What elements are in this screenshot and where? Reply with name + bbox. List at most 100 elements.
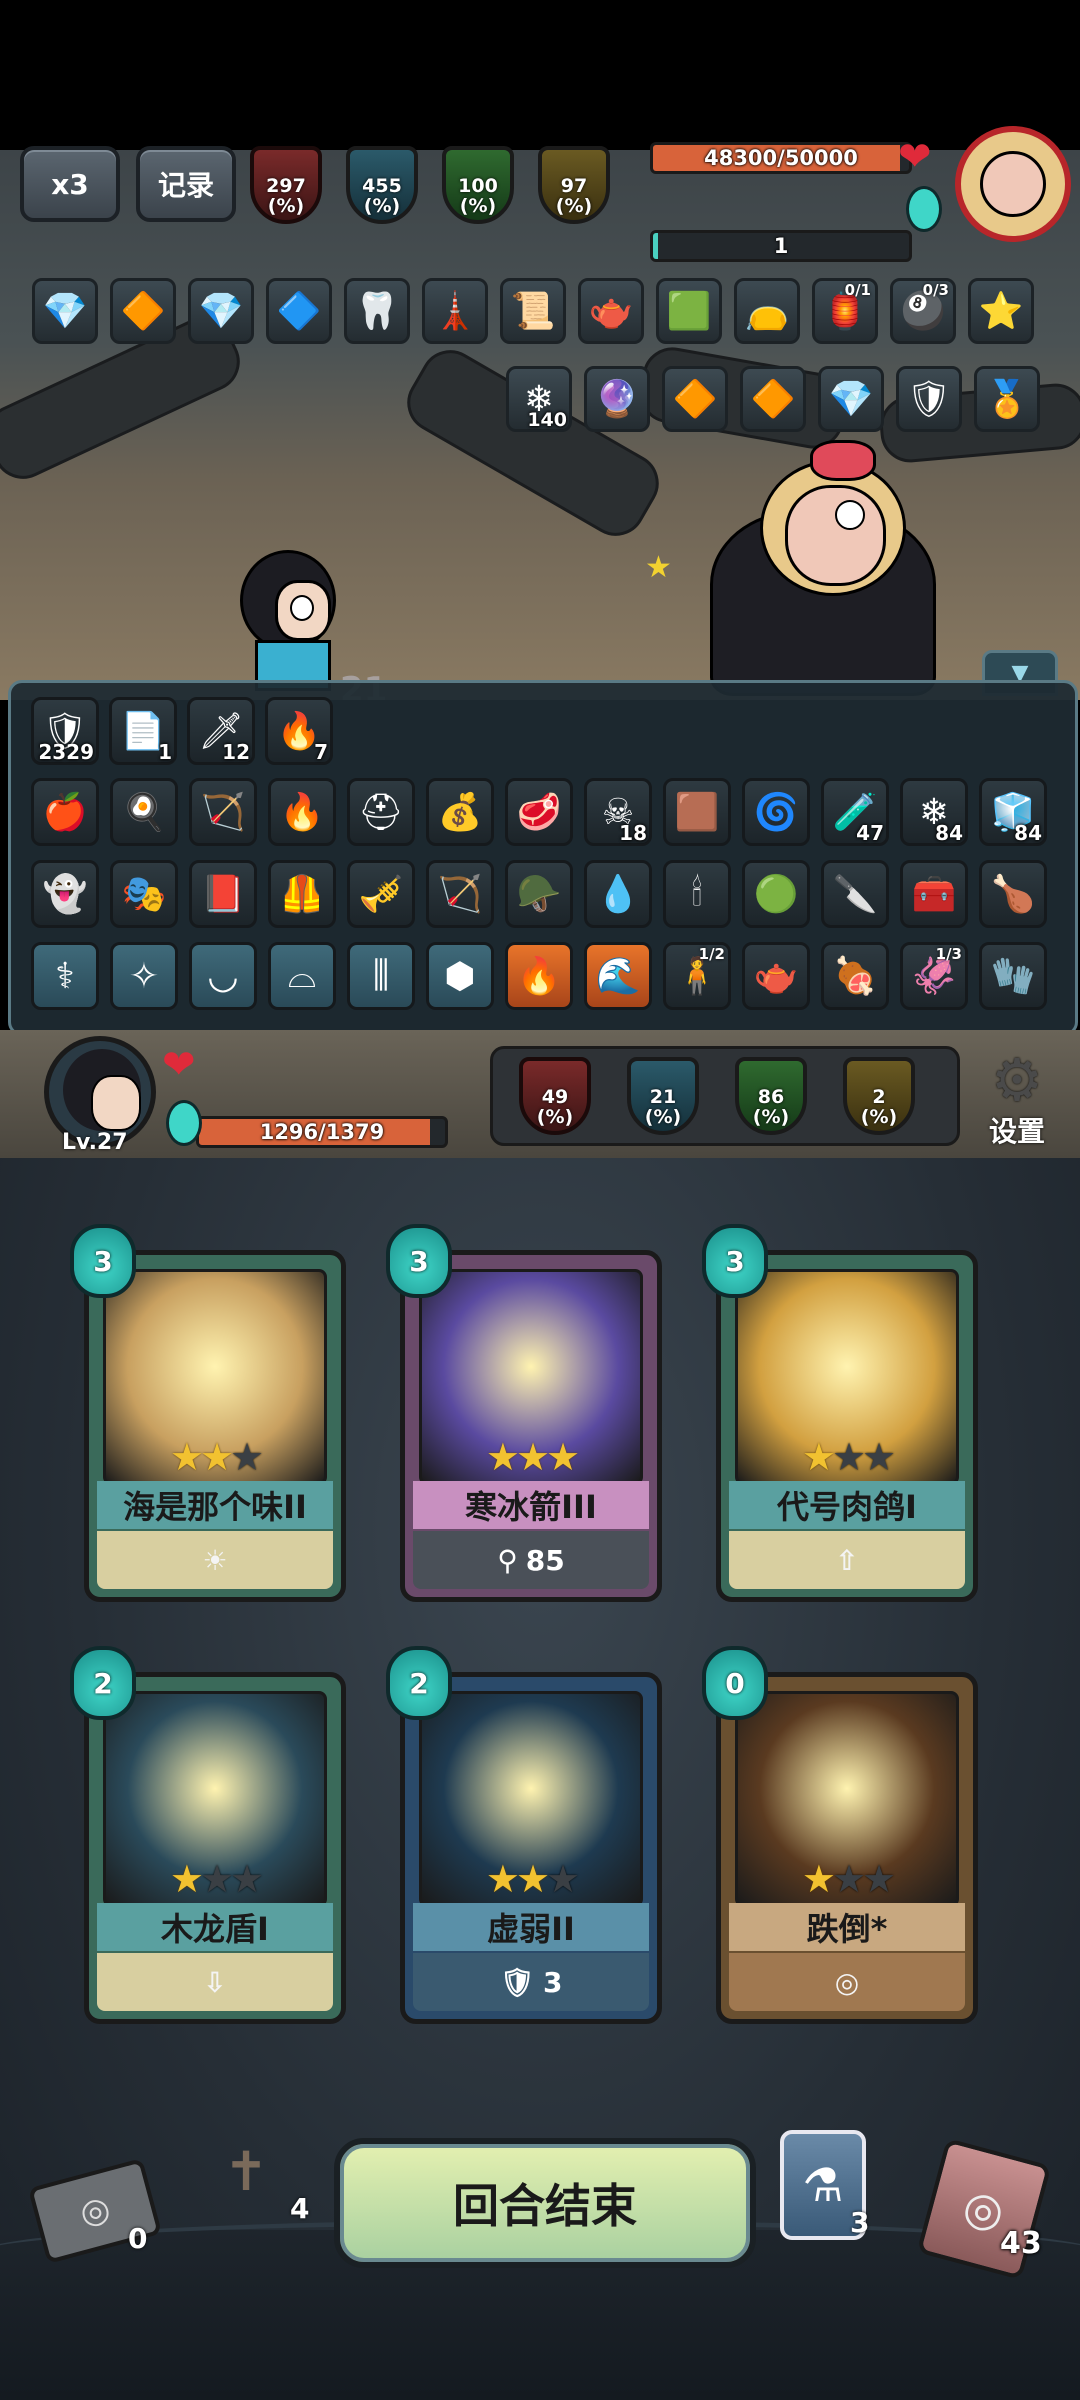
player-item[interactable]: 🧰 xyxy=(900,860,968,928)
card-title: 木龙盾I xyxy=(97,1903,333,1951)
enemy-relic[interactable]: 🔮 xyxy=(584,366,650,432)
player-item[interactable]: 🧊 84 xyxy=(979,778,1047,846)
golden-flute-icon: 🎺 xyxy=(358,874,404,915)
player-item[interactable]: 🏹 xyxy=(189,778,257,846)
player-item[interactable]: ⫼ xyxy=(347,942,415,1010)
player-buff[interactable]: 🗡 12 xyxy=(187,697,255,765)
player-item[interactable]: 🔥 xyxy=(268,778,336,846)
player-item[interactable]: ◡ xyxy=(189,942,257,1010)
player-item[interactable]: 👻 xyxy=(31,860,99,928)
record-button[interactable]: 记录 xyxy=(136,146,236,222)
hand-card[interactable]: ★★★ 木龙盾I ⇩ xyxy=(84,1672,346,2024)
enemy-relic[interactable]: ❄ 140 xyxy=(506,366,572,432)
hand-card[interactable]: ★★★ 代号肉鸽I ⇧ xyxy=(716,1250,978,1602)
enemy-portrait-avatar[interactable] xyxy=(955,126,1071,242)
player-item[interactable]: 🍳 xyxy=(110,778,178,846)
player-item[interactable]: 🪖 xyxy=(505,860,573,928)
player-item[interactable]: 🔪 xyxy=(821,860,889,928)
player-item[interactable]: 💰 xyxy=(426,778,494,846)
enemy-relic[interactable]: 🗼 xyxy=(422,278,488,344)
enemy-relic[interactable]: 💎 xyxy=(32,278,98,344)
settings-button[interactable]: ⚙ 设置 xyxy=(972,1050,1062,1150)
player-item[interactable]: 🎺 xyxy=(347,860,415,928)
player-item[interactable]: 🦺 xyxy=(268,860,336,928)
player-item[interactable]: 🧤 xyxy=(979,942,1047,1010)
fire-wave-icon: 🌊 xyxy=(595,956,641,997)
enemy-character[interactable] xyxy=(700,440,960,696)
enemy-relic[interactable]: 🟩 xyxy=(656,278,722,344)
player-item[interactable]: 💧 xyxy=(584,860,652,928)
enemy-relic[interactable]: 📜 xyxy=(500,278,566,344)
player-item[interactable]: 📕 xyxy=(189,860,257,928)
card-star-rating: ★★★ xyxy=(405,1435,657,1479)
card-cost: 2 xyxy=(70,1646,136,1720)
player-buff[interactable]: 🔥 7 xyxy=(265,697,333,765)
enemy-relic[interactable]: 🛡 xyxy=(896,366,962,432)
player-item[interactable]: 🌀 xyxy=(742,778,810,846)
player-item[interactable]: 🧍 1/2 xyxy=(663,942,731,1010)
gold-shield-icon: 🏅 xyxy=(984,379,1030,420)
hand-card[interactable]: ★★★ 海是那个味II ☀ xyxy=(84,1250,346,1602)
end-turn-button[interactable]: 回合结束 xyxy=(334,2138,756,2268)
enemy-relic[interactable]: 🎱 0/3 xyxy=(890,278,956,344)
spellbook-icon: 📕 xyxy=(200,874,246,915)
player-item[interactable]: 🍎 xyxy=(31,778,99,846)
player-item[interactable]: ⚕ xyxy=(31,942,99,1010)
player-item[interactable]: 🥩 xyxy=(505,778,573,846)
enemy-relic[interactable]: 🏮 0/1 xyxy=(812,278,878,344)
player-item[interactable]: 🟢 xyxy=(742,860,810,928)
enemy-relic[interactable]: 🏅 xyxy=(974,366,1040,432)
enemy-relic[interactable]: 🫖 xyxy=(578,278,644,344)
hand-card[interactable]: ★★★ 虚弱II 🛡 3 xyxy=(400,1672,662,2024)
player-item[interactable]: 🏹 xyxy=(426,860,494,928)
player-item[interactable]: ✧ xyxy=(110,942,178,1010)
hand-card[interactable]: ★★★ 跌倒* ◎ xyxy=(716,1672,978,2024)
enemy-relic[interactable]: 🔶 xyxy=(740,366,806,432)
item-count: 0/1 xyxy=(844,281,871,299)
star-icon: ★ xyxy=(801,1857,836,1901)
player-item[interactable]: ☠ 18 xyxy=(584,778,652,846)
enemy-relic[interactable]: ⭐ xyxy=(968,278,1034,344)
enemy-relic[interactable]: 💎 xyxy=(188,278,254,344)
player-buffs-row: 🛡 2329 📄 1 🗡 12 🔥 7 xyxy=(31,697,333,765)
player-item[interactable]: 🫖 xyxy=(742,942,810,1010)
item-count: 18 xyxy=(619,821,647,845)
enemy-relic[interactable]: 🔶 xyxy=(662,366,728,432)
card-footer: ◎ xyxy=(729,1953,965,2011)
item-count: 47 xyxy=(856,821,884,845)
settings-label: 设置 xyxy=(988,1115,1045,1148)
red-crystal-icon: 🔶 xyxy=(672,379,718,420)
enemy-hp-bar: 48300/50000 xyxy=(650,142,912,174)
player-item[interactable]: 🎭 xyxy=(110,860,178,928)
item-count: 7 xyxy=(314,740,328,764)
card-footer-value: 85 xyxy=(525,1543,565,1577)
player-item[interactable]: 🕯 xyxy=(663,860,731,928)
player-item[interactable]: 🌊 xyxy=(584,942,652,1010)
enemy-relic[interactable]: 🦷 xyxy=(344,278,410,344)
enemy-attack-stat: 297 (%) xyxy=(250,146,322,224)
red-crystal-icon: 🔶 xyxy=(120,291,166,332)
hand-card[interactable]: ★★★ 寒冰箭III ⚲ 85 xyxy=(400,1250,662,1602)
enemy-relic[interactable]: 💎 xyxy=(818,366,884,432)
player-buff[interactable]: 🛡 2329 xyxy=(31,697,99,765)
card-footer-icon: ⇩ xyxy=(203,1965,227,1999)
enemy-mana-text: 1 xyxy=(773,234,789,258)
player-buff[interactable]: 📄 1 xyxy=(109,697,177,765)
player-item[interactable]: ⬢ xyxy=(426,942,494,1010)
red-crystal-icon: 🔶 xyxy=(750,379,796,420)
player-item[interactable]: 🍗 xyxy=(979,860,1047,928)
speed-button[interactable]: x3 xyxy=(20,146,120,222)
enemy-relic[interactable]: 🔶 xyxy=(110,278,176,344)
player-item[interactable]: 🟫 xyxy=(663,778,731,846)
enemy-relic[interactable]: 👝 xyxy=(734,278,800,344)
player-item[interactable]: 🧪 47 xyxy=(821,778,889,846)
enemy-relic[interactable]: 🔷 xyxy=(266,278,332,344)
player-item[interactable]: ❄ 84 xyxy=(900,778,968,846)
grave-button[interactable]: ✝ xyxy=(196,2140,296,2230)
player-item[interactable]: 🦑 1/3 xyxy=(900,942,968,1010)
player-item[interactable]: ⛑ xyxy=(347,778,415,846)
player-item[interactable]: 🍖 xyxy=(821,942,889,1010)
player-item[interactable]: ⌓ xyxy=(268,942,336,1010)
star-icon: ★ xyxy=(546,1435,580,1479)
player-item[interactable]: 🔥 xyxy=(505,942,573,1010)
